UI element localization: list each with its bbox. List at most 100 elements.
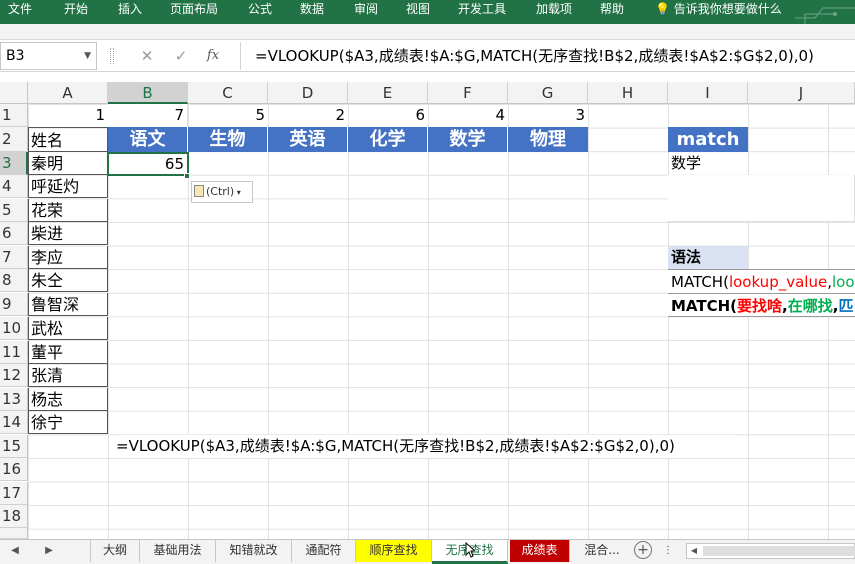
cell-d1[interactable]: 2 bbox=[268, 104, 348, 127]
ribbon-tab-help[interactable]: 帮助 bbox=[600, 0, 624, 24]
select-all-corner[interactable] bbox=[0, 82, 28, 104]
match-header-cell[interactable]: match bbox=[668, 127, 748, 152]
row-header-19-partial[interactable] bbox=[0, 528, 28, 539]
match-value-cell[interactable]: 数学 bbox=[668, 152, 748, 175]
insert-function-icon[interactable]: fx bbox=[202, 44, 224, 68]
sheet-tab-outline[interactable]: 大纲 bbox=[90, 540, 140, 562]
paste-options-button[interactable]: (Ctrl) ▾ bbox=[191, 181, 253, 203]
sheet-tab-fix-errors[interactable]: 知错就改 bbox=[216, 540, 292, 562]
sheet-tab-ordered-lookup[interactable]: 顺序查找 bbox=[356, 540, 432, 562]
cell-a1[interactable]: 1 bbox=[28, 104, 108, 127]
sheet-tab-basic-usage[interactable]: 基础用法 bbox=[140, 540, 216, 562]
formula-input[interactable]: =VLOOKUP($A3,成绩表!$A:$G,MATCH(无序查找!B$2,成绩… bbox=[240, 42, 855, 70]
cell-e2-subject[interactable]: 化学 bbox=[348, 127, 428, 152]
add-sheet-icon[interactable]: + bbox=[634, 541, 652, 559]
cell-f2-subject[interactable]: 数学 bbox=[428, 127, 508, 152]
column-header-g[interactable]: G bbox=[508, 82, 588, 104]
sheet-tab-mixed[interactable]: 混合... bbox=[578, 540, 626, 562]
column-header-a[interactable]: A bbox=[28, 82, 108, 104]
cell-a3-name[interactable]: 秦明 bbox=[28, 152, 108, 175]
cancel-icon[interactable]: ✕ bbox=[136, 44, 158, 68]
syntax-line-en[interactable]: MATCH(lookup_value,loo bbox=[668, 269, 855, 293]
row-header-2[interactable]: 2 bbox=[0, 127, 28, 152]
sheet-tab-wildcards[interactable]: 通配符 bbox=[292, 540, 356, 562]
sheet-tab-score-table[interactable]: 成绩表 bbox=[510, 540, 570, 562]
cell-a12-name[interactable]: 张清 bbox=[28, 364, 108, 387]
chevron-down-icon[interactable]: ▼ bbox=[84, 43, 91, 69]
column-header-b[interactable]: B bbox=[108, 82, 188, 104]
column-header-c[interactable]: C bbox=[188, 82, 268, 104]
cell-a4-name[interactable]: 呼延灼 bbox=[28, 175, 108, 198]
cell-a8-name[interactable]: 朱仝 bbox=[28, 269, 108, 292]
ribbon-tab-data[interactable]: 数据 bbox=[300, 0, 324, 24]
cell-b3-active[interactable]: 65 bbox=[107, 152, 189, 176]
ribbon-tab-review[interactable]: 审阅 bbox=[354, 0, 378, 24]
cell-a9-name[interactable]: 鲁智深 bbox=[28, 293, 108, 316]
scroll-left-icon[interactable]: ◀ bbox=[687, 540, 701, 564]
cell-a10-name[interactable]: 武松 bbox=[28, 317, 108, 340]
row-header-7[interactable]: 7 bbox=[0, 246, 28, 269]
syntax-header-cell[interactable]: 语法 bbox=[668, 246, 748, 269]
row-header-11[interactable]: 11 bbox=[0, 341, 28, 364]
cell-a5-name[interactable]: 花荣 bbox=[28, 199, 108, 222]
scrollbar-thumb[interactable] bbox=[703, 546, 855, 556]
row-header-12[interactable]: 12 bbox=[0, 364, 28, 387]
side-blank-area bbox=[668, 175, 855, 222]
ribbon-tab-developer[interactable]: 开发工具 bbox=[458, 0, 506, 24]
ribbon-tab-addins[interactable]: 加载项 bbox=[536, 0, 572, 24]
column-header-j[interactable]: J bbox=[748, 82, 855, 104]
row-header-15[interactable]: 15 bbox=[0, 435, 28, 458]
cell-b1[interactable]: 7 bbox=[108, 104, 188, 127]
row-header-14[interactable]: 14 bbox=[0, 411, 28, 434]
cell-a2-name-header[interactable]: 姓名 bbox=[28, 127, 108, 152]
row-header-4[interactable]: 4 bbox=[0, 175, 28, 198]
cell-a11-name[interactable]: 董平 bbox=[28, 341, 108, 364]
formula-bar-splitter[interactable] bbox=[110, 48, 114, 64]
syntax-line-cn[interactable]: MATCH(要找啥,在哪找,匹 bbox=[668, 293, 855, 317]
cell-a13-name[interactable]: 杨志 bbox=[28, 388, 108, 411]
cell-g2-subject[interactable]: 物理 bbox=[508, 127, 588, 152]
ribbon-tab-file[interactable]: 文件 bbox=[8, 0, 32, 24]
tabs-splitter-icon[interactable]: ⋮ bbox=[662, 540, 674, 564]
cell-g1[interactable]: 3 bbox=[508, 104, 588, 127]
column-header-i[interactable]: I bbox=[668, 82, 748, 104]
column-header-h[interactable]: H bbox=[588, 82, 668, 104]
row-header-18[interactable]: 18 bbox=[0, 505, 28, 528]
cell-b15-formula-text[interactable]: =VLOOKUP($A3,成绩表!$A:$G,MATCH(无序查找!B$2,成绩… bbox=[116, 435, 736, 458]
row-header-13[interactable]: 13 bbox=[0, 388, 28, 411]
cell-b2-subject[interactable]: 语文 bbox=[108, 127, 188, 152]
ribbon-tab-insert[interactable]: 插入 bbox=[118, 0, 142, 24]
cell-a14-name[interactable]: 徐宁 bbox=[28, 411, 108, 434]
tell-me-box[interactable]: 💡 告诉我你想要做什么 bbox=[655, 0, 782, 18]
row-header-6[interactable]: 6 bbox=[0, 222, 28, 245]
name-box[interactable]: B3 ▼ bbox=[0, 42, 97, 70]
cell-a7-name[interactable]: 李应 bbox=[28, 246, 108, 269]
cell-e1[interactable]: 6 bbox=[348, 104, 428, 127]
column-header-e[interactable]: E bbox=[348, 82, 428, 104]
cell-c2-subject[interactable]: 生物 bbox=[188, 127, 268, 152]
ribbon-tab-view[interactable]: 视图 bbox=[406, 0, 430, 24]
row-header-1[interactable]: 1 bbox=[0, 104, 28, 127]
ribbon-tab-page-layout[interactable]: 页面布局 bbox=[170, 0, 218, 24]
cell-c1[interactable]: 5 bbox=[188, 104, 268, 127]
horizontal-scrollbar[interactable]: ◀ bbox=[686, 543, 855, 559]
row-header-16[interactable]: 16 bbox=[0, 458, 28, 481]
row-header-17[interactable]: 17 bbox=[0, 482, 28, 505]
column-header-d[interactable]: D bbox=[268, 82, 348, 104]
fill-handle[interactable] bbox=[184, 173, 190, 179]
cell-d2-subject[interactable]: 英语 bbox=[268, 127, 348, 152]
row-header-3[interactable]: 3 bbox=[0, 152, 28, 175]
row-header-10[interactable]: 10 bbox=[0, 317, 28, 340]
scroll-tabs-left-icon[interactable]: ◀ bbox=[4, 540, 26, 564]
scroll-tabs-right-icon[interactable]: ▶ bbox=[38, 540, 60, 564]
row-header-8[interactable]: 8 bbox=[0, 269, 28, 292]
sheet-tabs-bar: ◀ ▶ 大纲 基础用法 知错就改 通配符 顺序查找 无序查找 成绩表 混合...… bbox=[0, 539, 855, 564]
cell-a6-name[interactable]: 柴进 bbox=[28, 222, 108, 245]
column-header-f[interactable]: F bbox=[428, 82, 508, 104]
row-header-5[interactable]: 5 bbox=[0, 199, 28, 222]
ribbon-tab-home[interactable]: 开始 bbox=[64, 0, 88, 24]
enter-check-icon[interactable]: ✓ bbox=[170, 44, 192, 68]
row-header-9[interactable]: 9 bbox=[0, 293, 28, 316]
ribbon-tab-formulas[interactable]: 公式 bbox=[248, 0, 272, 24]
cell-f1[interactable]: 4 bbox=[428, 104, 508, 127]
